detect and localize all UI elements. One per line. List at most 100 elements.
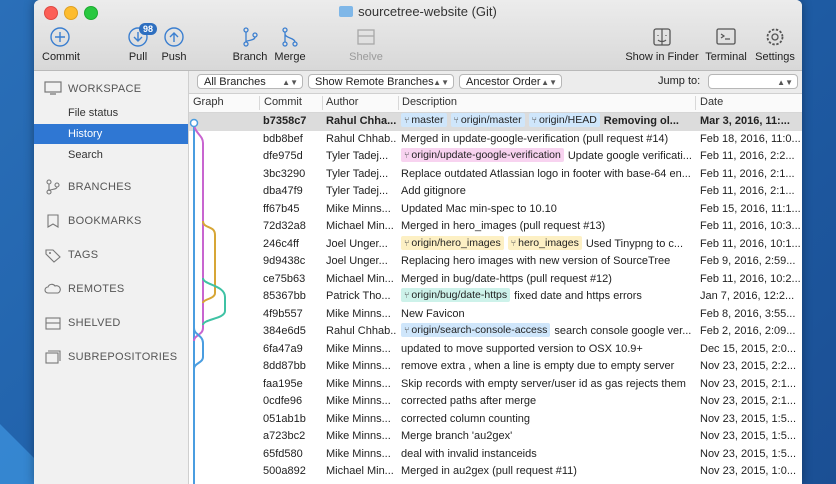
branch-tag-label: origin/search-console-access [411, 324, 548, 336]
pull-button[interactable]: 98 Pull [124, 23, 158, 63]
table-row[interactable]: ff67b45 Mike Minns... Updated Mac min-spec… [189, 201, 802, 219]
table-row[interactable]: 85367bb Patrick Tho... ⑂ origin/bug/date-ht… [189, 288, 802, 306]
branch-tag[interactable]: ⑂ origin/HEAD [528, 113, 600, 127]
commit-message: Replace outdated Atlassian logo in foote… [401, 167, 691, 180]
sidebar-item-file-status[interactable]: File status [34, 103, 188, 123]
shelve-icon [45, 317, 61, 330]
column-author[interactable]: Author [326, 96, 358, 108]
table-row[interactable]: dba47f9 Tyler Tadej... Add gitignore Feb 11… [189, 183, 802, 201]
show-in-finder-button[interactable]: Show in Finder [624, 26, 700, 63]
table-row[interactable]: 246c4ff Joel Unger... ⑂ origin/hero_images ⑂… [189, 235, 802, 254]
graph-node-head [189, 118, 199, 128]
commit-message: Skip records with empty server/user id a… [401, 377, 686, 390]
graph-line-pink [193, 122, 204, 342]
branch-tag[interactable]: ⑂ origin/bug/date-https [401, 288, 511, 302]
updown-arrow-icon: ▲▼ [777, 78, 793, 87]
folder-stack-icon [45, 350, 61, 364]
commit-message: remove extra , when a line is empty due … [401, 360, 675, 372]
branch-tag[interactable]: ⑂ hero_images [507, 235, 582, 250]
branch-tag[interactable]: ⑂ origin/hero_images [401, 235, 504, 250]
table-row[interactable]: 4f9b557 Mike Minns... New Favicon Feb 8, 20… [189, 306, 802, 324]
commit-icon [50, 27, 70, 47]
column-divider[interactable] [259, 96, 260, 110]
folder-icon [339, 6, 354, 17]
commit-message: Merged in update-google-verification (pu… [401, 132, 669, 145]
commit-button[interactable]: Commit [42, 26, 80, 63]
commit-date: Jan 7, 2016, 12:2... [700, 290, 795, 302]
commit-message: updated to move supported version to OSX… [401, 342, 643, 355]
order-dropdown[interactable]: Ancestor Order ▲▼ [459, 74, 562, 89]
branch-icon: ⑂ [404, 237, 410, 248]
branch-tag-label: origin/update-google-verification [411, 149, 561, 161]
table-row[interactable]: 384e6d5 Rahul Chhab... ⑂ origin/search-cons… [189, 323, 802, 341]
column-date[interactable]: Date [700, 96, 723, 108]
remote-branches-dropdown[interactable]: Show Remote Branches ▲▼ [308, 74, 454, 89]
commit-author: Michael Min... [326, 220, 394, 232]
table-row[interactable]: 9d9438c Joel Unger... Replacing hero image… [189, 253, 802, 271]
commit-author: Tyler Tadej... [326, 185, 389, 197]
table-row[interactable]: 051ab1b Mike Minns... corrected column co… [189, 411, 802, 429]
commit-author: Michael Min... [326, 272, 394, 285]
terminal-button[interactable]: Terminal [704, 26, 748, 63]
branch-tag[interactable]: ⑂ origin/search-console-access [401, 323, 551, 337]
column-divider[interactable] [398, 96, 399, 110]
shelve-button[interactable]: Shelve [346, 26, 386, 63]
commit-description: New Favicon [401, 306, 691, 324]
commit-description: Merged in hero_images (pull request #13) [401, 218, 691, 236]
table-row[interactable]: 500a892 Michael Min... Merged in au2gex (p… [189, 463, 802, 481]
commit-message: corrected column counting [401, 412, 531, 425]
column-divider[interactable] [322, 96, 323, 110]
commit-list: b7358c7 Rahul Chha... ⑂ master ⑂ origin/maste… [189, 113, 802, 484]
commit-date: Nov 23, 2015, 1:0... [700, 465, 797, 477]
branch-tag[interactable]: ⑂ origin/master [450, 113, 525, 127]
commit-message: Merge branch 'au2gex' [401, 430, 513, 442]
sidebar-item-history[interactable]: History [34, 124, 188, 144]
table-row[interactable]: a723bc2 Mike Minns... Merge branch 'au2gex… [189, 428, 802, 446]
graph-line-yellow [202, 220, 216, 304]
branch-icon [46, 179, 60, 195]
jump-to-dropdown[interactable]: ▲▼ [708, 74, 798, 89]
cloud-icon [44, 283, 61, 294]
branch-tag[interactable]: ⑂ master [401, 113, 447, 127]
column-description[interactable]: Description [402, 96, 457, 108]
table-row[interactable]: 0cdfe96 Mike Minns... corrected paths afte… [189, 393, 802, 411]
settings-button[interactable]: Settings [754, 26, 796, 63]
table-row[interactable]: 72d32a8 Michael Min... Merged in hero_imag… [189, 218, 802, 236]
table-row[interactable]: 8dd87bb Mike Minns... remove extra , when … [189, 358, 802, 376]
commit-hash: 9d9438c [263, 255, 306, 267]
commit-date: Feb 15, 2016, 11:1... [700, 202, 800, 215]
branch-icon: ⑂ [404, 290, 410, 300]
commit-date: Feb 11, 2016, 10:2... [700, 272, 800, 285]
table-row[interactable]: 3bc3290 Tyler Tadej... Replace outdated At… [189, 166, 802, 184]
column-commit[interactable]: Commit [264, 96, 302, 108]
terminal-icon [716, 28, 736, 45]
table-row[interactable]: 65fd580 Mike Minns... deal with invalid in… [189, 446, 802, 464]
table-row[interactable]: faa195e Mike Minns... Skip records with em… [189, 376, 802, 394]
table-row[interactable]: bdb8bef Rahul Chhab... Merged in update-go… [189, 131, 802, 149]
commit-author: Joel Unger... [326, 255, 388, 267]
table-row[interactable]: dfe975d Tyler Tadej... ⑂ origin/update-goog… [189, 148, 802, 166]
push-button[interactable]: Push [160, 26, 188, 63]
table-row[interactable]: b7358c7 Rahul Chha... ⑂ master ⑂ origin/maste… [189, 113, 802, 131]
monitor-icon [44, 81, 62, 95]
table-row[interactable]: ce75b63 Michael Min... Merged in bug/date-… [189, 271, 802, 289]
commit-description: Replacing hero images with new version o… [401, 253, 691, 271]
branch-tag[interactable]: ⑂ origin/update-google-verification [401, 148, 564, 162]
branches-filter-dropdown[interactable]: All Branches ▲▼ [197, 74, 303, 89]
commit-message: fixed date and https errors [514, 290, 642, 302]
updown-arrow-icon: ▲▼ [433, 78, 449, 87]
column-divider[interactable] [695, 96, 696, 110]
commit-date: Feb 11, 2016, 2:1... [700, 167, 795, 180]
pull-badge: 98 [139, 23, 158, 35]
commit-description: Add gitignore [401, 183, 691, 201]
column-graph[interactable]: Graph [193, 96, 224, 108]
sidebar-item-search[interactable]: Search [34, 145, 188, 165]
branch-button[interactable]: Branch [232, 26, 268, 63]
commit-author: Michael Min... [326, 465, 394, 477]
merge-button[interactable]: Merge [272, 26, 308, 63]
commit-date: Nov 23, 2015, 1:5... [700, 412, 797, 425]
toolbar: sourcetree-website (Git) Commit 98 Pull … [34, 0, 802, 71]
table-row[interactable]: 6fa47a9 Mike Minns... updated to move supp… [189, 341, 802, 359]
updown-arrow-icon: ▲▼ [282, 78, 298, 87]
commit-description: corrected paths after merge [401, 393, 691, 411]
